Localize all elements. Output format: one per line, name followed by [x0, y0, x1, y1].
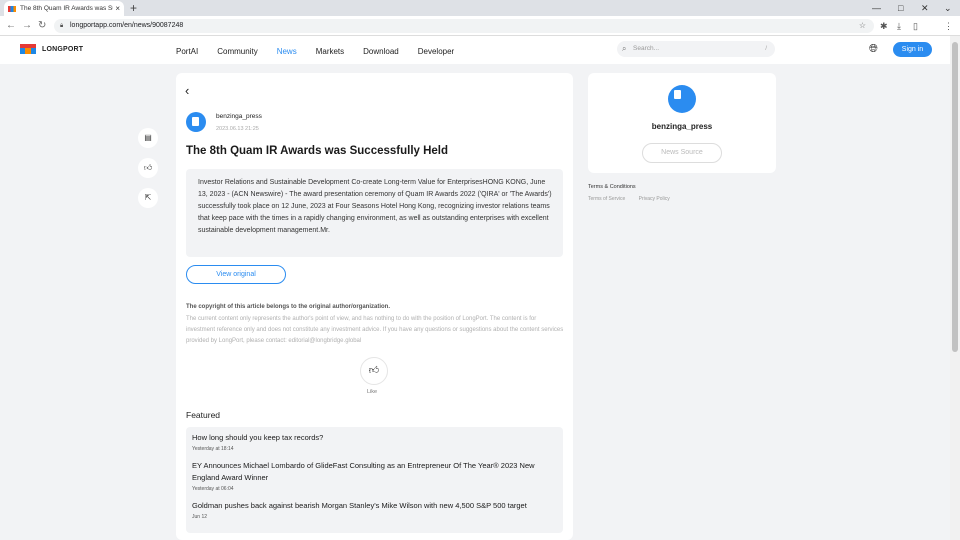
thumbs-up-icon: 👍︎ [368, 365, 380, 376]
nav-download[interactable]: Download [363, 47, 399, 56]
main-nav: PortAI Community News Markets Download D… [176, 47, 473, 56]
article-summary: Investor Relations and Sustainable Devel… [186, 169, 563, 257]
window-close-button[interactable]: ✕ [921, 0, 929, 16]
list-item[interactable]: EY Announces Michael Lombardo of GlideFa… [192, 460, 557, 492]
view-original-button[interactable]: View original [186, 265, 286, 284]
article-card: ‹ benzinga_press 2023.06.13 21:25 The 8t… [176, 73, 573, 540]
logo-mark-icon [20, 44, 36, 54]
logo-text: LONGPORT [42, 45, 84, 53]
author-name[interactable]: benzinga_press [216, 113, 262, 120]
terms-links: Terms of Service Privacy Policy [588, 196, 682, 202]
side-panel-icon[interactable]: ▯ [913, 19, 918, 33]
extensions-icon[interactable]: ✱ [880, 19, 888, 33]
browser-toolbar: ← → ↻ 🔒︎ longportapp.com/en/news/9008724… [0, 16, 960, 36]
featured-time: Yesterday at 18:14 [192, 446, 234, 452]
browser-menu-icon[interactable]: ⋮ [944, 19, 953, 33]
featured-title[interactable]: How long should you keep tax records? [192, 432, 557, 444]
nav-markets[interactable]: Markets [316, 47, 344, 56]
terms-heading: Terms & Conditions [588, 184, 636, 190]
copyright-disclaimer: The current content only represents the … [186, 316, 564, 344]
sign-in-button[interactable]: Sign in [893, 42, 932, 57]
back-arrow-icon[interactable]: ‹ [185, 83, 189, 98]
address-bar[interactable]: 🔒︎ longportapp.com/en/news/90087248 ☆ [54, 19, 874, 33]
featured-title[interactable]: Goldman pushes back against bearish Morg… [192, 500, 557, 512]
author-avatar[interactable] [186, 112, 206, 132]
lock-icon: 🔒︎ [60, 23, 64, 29]
publish-date: 2023.06.13 21:25 [216, 126, 259, 132]
terms-of-service-link[interactable]: Terms of Service [588, 196, 625, 202]
nav-community[interactable]: Community [217, 47, 257, 56]
list-item[interactable]: Goldman pushes back against bearish Morg… [192, 500, 557, 520]
browser-tab-bar: The 8th Quam IR Awards was Su × + — □ ✕ … [0, 0, 960, 16]
nav-developer[interactable]: Developer [418, 47, 454, 56]
site-favicon-icon [8, 5, 16, 12]
comment-action-button[interactable]: ▤ [138, 128, 158, 148]
longport-logo[interactable]: LONGPORT [20, 44, 83, 54]
list-item[interactable]: How long should you keep tax records? Ye… [192, 432, 557, 452]
reload-icon[interactable]: ↻ [38, 19, 46, 33]
scrollbar-thumb[interactable] [952, 42, 958, 352]
like-label: Like [367, 389, 378, 395]
article-title: The 8th Quam IR Awards was Successfully … [186, 145, 449, 157]
privacy-policy-link[interactable]: Privacy Policy [639, 196, 670, 202]
featured-title[interactable]: EY Announces Michael Lombardo of GlideFa… [192, 460, 557, 484]
news-source-button[interactable]: News Source [642, 143, 722, 163]
copyright-heading: The copyright of this article belongs to… [186, 304, 391, 310]
share-action-button[interactable]: ⇱ [138, 188, 158, 208]
nav-news[interactable]: News [277, 47, 297, 56]
share-icon: ⇱ [144, 193, 152, 202]
search-shortcut-hint: / [765, 45, 767, 52]
language-globe-icon[interactable]: 🌐︎ [869, 43, 878, 56]
featured-time: Yesterday at 06:04 [192, 486, 234, 492]
window-maximize-button[interactable]: □ [898, 0, 903, 16]
tab-title: The 8th Quam IR Awards was Su [20, 5, 114, 12]
thumbs-up-icon: 👍︎ [143, 163, 153, 172]
featured-list: How long should you keep tax records? Ye… [186, 427, 563, 533]
tab-close-icon[interactable]: × [115, 4, 120, 13]
featured-heading: Featured [186, 410, 221, 420]
like-action-button[interactable]: 👍︎ [138, 158, 158, 178]
search-icon: ⌕ [622, 44, 627, 53]
window-minimize-button[interactable]: — [872, 0, 881, 16]
download-icon[interactable]: ⤓ [897, 19, 901, 33]
url-text: longportapp.com/en/news/90087248 [70, 22, 184, 29]
back-nav-icon[interactable]: ← [6, 19, 16, 33]
like-button[interactable]: 👍︎ [360, 357, 388, 385]
search-placeholder: Search... [633, 45, 660, 52]
bookmark-star-icon[interactable]: ☆ [859, 19, 866, 33]
site-header: LONGPORT PortAI Community News Markets D… [0, 36, 950, 64]
author-card: benzinga_press News Source [588, 73, 776, 173]
page-scrollbar[interactable] [950, 36, 960, 540]
featured-time: Jun 12 [192, 514, 208, 520]
nav-portai[interactable]: PortAI [176, 47, 198, 56]
new-tab-button[interactable]: + [130, 1, 137, 15]
tab-search-icon[interactable]: ⌄ [944, 0, 952, 16]
comment-icon: ▤ [144, 133, 152, 142]
search-input[interactable]: ⌕ Search... / [617, 41, 775, 57]
browser-tab[interactable]: The 8th Quam IR Awards was Su × [4, 1, 124, 16]
author-avatar[interactable] [668, 85, 696, 113]
author-name[interactable]: benzinga_press [588, 122, 776, 131]
forward-nav-icon[interactable]: → [22, 19, 32, 33]
